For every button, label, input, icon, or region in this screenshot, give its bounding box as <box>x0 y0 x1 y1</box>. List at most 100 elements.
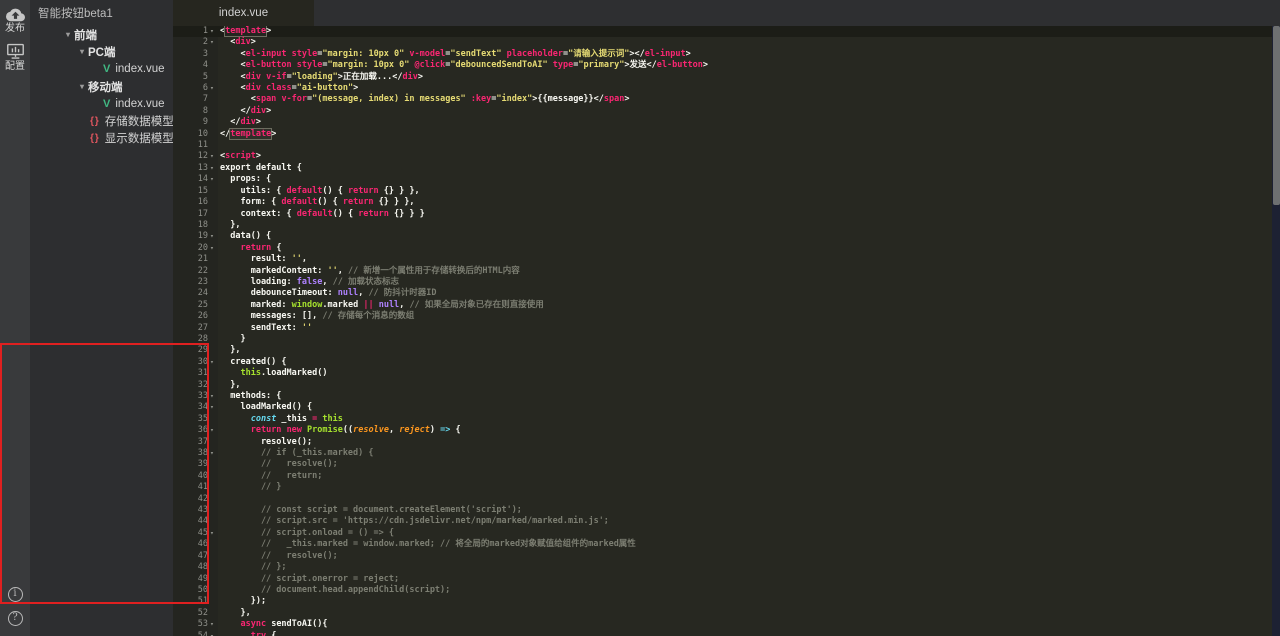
gutter-cell[interactable]: 5 <box>173 72 218 83</box>
gutter-cell[interactable]: 13▾ <box>173 163 218 174</box>
gutter-cell[interactable]: 22 <box>173 266 218 277</box>
fold-arrow-icon[interactable]: ▾ <box>208 425 218 436</box>
code-line-10[interactable]: 10</template> <box>173 129 1280 140</box>
code-line-11[interactable]: 11 <box>173 140 1280 151</box>
gutter-cell[interactable]: 41 <box>173 482 218 493</box>
gutter-cell[interactable]: 2▾ <box>173 37 218 48</box>
code-line-29[interactable]: 29 }, <box>173 345 1280 356</box>
gutter-cell[interactable]: 37 <box>173 437 218 448</box>
gutter-cell[interactable]: 36▾ <box>173 425 218 436</box>
code-line-12[interactable]: 12▾<script> <box>173 151 1280 162</box>
fold-arrow-icon[interactable]: ▾ <box>208 231 218 242</box>
code-line-31[interactable]: 31 this.loadMarked() <box>173 368 1280 379</box>
tree-file-显示数据模型.json[interactable]: {}显示数据模型.json <box>30 130 173 147</box>
code-line-5[interactable]: 5 <div v-if="loading">正在加载...</div> <box>173 72 1280 83</box>
code-line-43[interactable]: 43 // const script = document.createElem… <box>173 505 1280 516</box>
code-line-25[interactable]: 25 marked: window.marked || null, // 如果全… <box>173 300 1280 311</box>
code-line-34[interactable]: 34▾ loadMarked() { <box>173 402 1280 413</box>
code-line-40[interactable]: 40 // return; <box>173 471 1280 482</box>
tree-file-存储数据模型.json[interactable]: {}存储数据模型.json <box>30 112 173 129</box>
tree-file-index.vue[interactable]: Vindex.vue <box>30 95 173 112</box>
gutter-cell[interactable]: 40 <box>173 471 218 482</box>
gutter-cell[interactable]: 12▾ <box>173 151 218 162</box>
code-line-49[interactable]: 49 // script.onerror = reject; <box>173 574 1280 585</box>
gutter-cell[interactable]: 50 <box>173 585 218 596</box>
code-line-37[interactable]: 37 resolve(); <box>173 437 1280 448</box>
code-line-27[interactable]: 27 sendText: '' <box>173 323 1280 334</box>
code-line-39[interactable]: 39 // resolve(); <box>173 459 1280 470</box>
code-line-41[interactable]: 41 // } <box>173 482 1280 493</box>
fold-arrow-icon[interactable]: ▾ <box>208 631 218 636</box>
tab-index-vue[interactable]: index.vue <box>173 0 314 26</box>
gutter-cell[interactable]: 9 <box>173 117 218 128</box>
gutter-cell[interactable]: 44 <box>173 516 218 527</box>
code-line-3[interactable]: 3 <el-input style="margin: 10px 0" v-mod… <box>173 49 1280 60</box>
code-line-15[interactable]: 15 utils: { default() { return {} } }, <box>173 186 1280 197</box>
code-line-21[interactable]: 21 result: '', <box>173 254 1280 265</box>
tree-file-index.vue[interactable]: Vindex.vue <box>30 61 173 78</box>
code-line-23[interactable]: 23 loading: false, // 加载状态标志 <box>173 277 1280 288</box>
code-line-2[interactable]: 2▾ <div> <box>173 37 1280 48</box>
gutter-cell[interactable]: 27 <box>173 323 218 334</box>
code-line-35[interactable]: 35 const _this = this <box>173 414 1280 425</box>
code-line-8[interactable]: 8 </div> <box>173 106 1280 117</box>
gutter-cell[interactable]: 17 <box>173 209 218 220</box>
code-line-44[interactable]: 44 // script.src = 'https://cdn.jsdelivr… <box>173 516 1280 527</box>
code-line-36[interactable]: 36▾ return new Promise((resolve, reject)… <box>173 425 1280 436</box>
gutter-cell[interactable]: 54▾ <box>173 631 218 636</box>
gutter-cell[interactable]: 8 <box>173 106 218 117</box>
fold-arrow-icon[interactable]: ▾ <box>208 151 218 162</box>
code-line-20[interactable]: 20▾ return { <box>173 243 1280 254</box>
code-line-38[interactable]: 38▾ // if (_this.marked) { <box>173 448 1280 459</box>
code-line-32[interactable]: 32 }, <box>173 380 1280 391</box>
gutter-cell[interactable]: 3 <box>173 49 218 60</box>
gutter-cell[interactable]: 7 <box>173 94 218 105</box>
fold-arrow-icon[interactable]: ▾ <box>208 619 218 630</box>
gutter-cell[interactable]: 46 <box>173 539 218 550</box>
gutter-cell[interactable]: 30▾ <box>173 357 218 368</box>
fold-arrow-icon[interactable]: ▾ <box>208 243 218 254</box>
gutter-cell[interactable]: 19▾ <box>173 231 218 242</box>
vertical-scrollbar[interactable] <box>1272 26 1280 636</box>
gutter-cell[interactable]: 39 <box>173 459 218 470</box>
fold-arrow-icon[interactable]: ▾ <box>208 83 218 94</box>
code-line-28[interactable]: 28 } <box>173 334 1280 345</box>
code-line-18[interactable]: 18 }, <box>173 220 1280 231</box>
fold-arrow-icon[interactable]: ▾ <box>208 174 218 185</box>
gutter-cell[interactable]: 28 <box>173 334 218 345</box>
gutter-cell[interactable]: 43 <box>173 505 218 516</box>
code-line-30[interactable]: 30▾ created() { <box>173 357 1280 368</box>
code-line-16[interactable]: 16 form: { default() { return {} } }, <box>173 197 1280 208</box>
gutter-cell[interactable]: 4 <box>173 60 218 71</box>
publish-button[interactable]: 发布 <box>5 7 25 34</box>
code-line-45[interactable]: 45▾ // script.onload = () => { <box>173 528 1280 539</box>
gutter-cell[interactable]: 38▾ <box>173 448 218 459</box>
config-button[interactable]: 配置 <box>5 43 25 72</box>
help-icon[interactable]: ? <box>8 611 23 626</box>
gutter-cell[interactable]: 45▾ <box>173 528 218 539</box>
fold-arrow-icon[interactable]: ▾ <box>208 37 218 48</box>
code-line-22[interactable]: 22 markedContent: '', // 新增一个属性用于存储转换后的H… <box>173 266 1280 277</box>
code-line-50[interactable]: 50 // document.head.appendChild(script); <box>173 585 1280 596</box>
info-icon[interactable]: i <box>8 587 23 602</box>
code-line-13[interactable]: 13▾export default { <box>173 163 1280 174</box>
code-line-47[interactable]: 47 // resolve(); <box>173 551 1280 562</box>
gutter-cell[interactable]: 20▾ <box>173 243 218 254</box>
gutter-cell[interactable]: 33▾ <box>173 391 218 402</box>
fold-arrow-icon[interactable]: ▾ <box>208 357 218 368</box>
gutter-cell[interactable]: 18 <box>173 220 218 231</box>
code-line-9[interactable]: 9 </div> <box>173 117 1280 128</box>
code-line-26[interactable]: 26 messages: [], // 存储每个消息的数组 <box>173 311 1280 322</box>
gutter-cell[interactable]: 29 <box>173 345 218 356</box>
fold-arrow-icon[interactable]: ▾ <box>208 391 218 402</box>
fold-arrow-icon[interactable]: ▾ <box>208 163 218 174</box>
code-line-17[interactable]: 17 context: { default() { return {} } } <box>173 209 1280 220</box>
gutter-cell[interactable]: 25 <box>173 300 218 311</box>
code-line-6[interactable]: 6▾ <div class="ai-button"> <box>173 83 1280 94</box>
gutter-cell[interactable]: 47 <box>173 551 218 562</box>
gutter-cell[interactable]: 1▾ <box>173 26 218 37</box>
code-line-4[interactable]: 4 <el-button style="margin: 10px 0" @cli… <box>173 60 1280 71</box>
fold-arrow-icon[interactable]: ▾ <box>208 528 218 539</box>
fold-arrow-icon[interactable]: ▾ <box>208 26 218 37</box>
gutter-cell[interactable]: 31 <box>173 368 218 379</box>
